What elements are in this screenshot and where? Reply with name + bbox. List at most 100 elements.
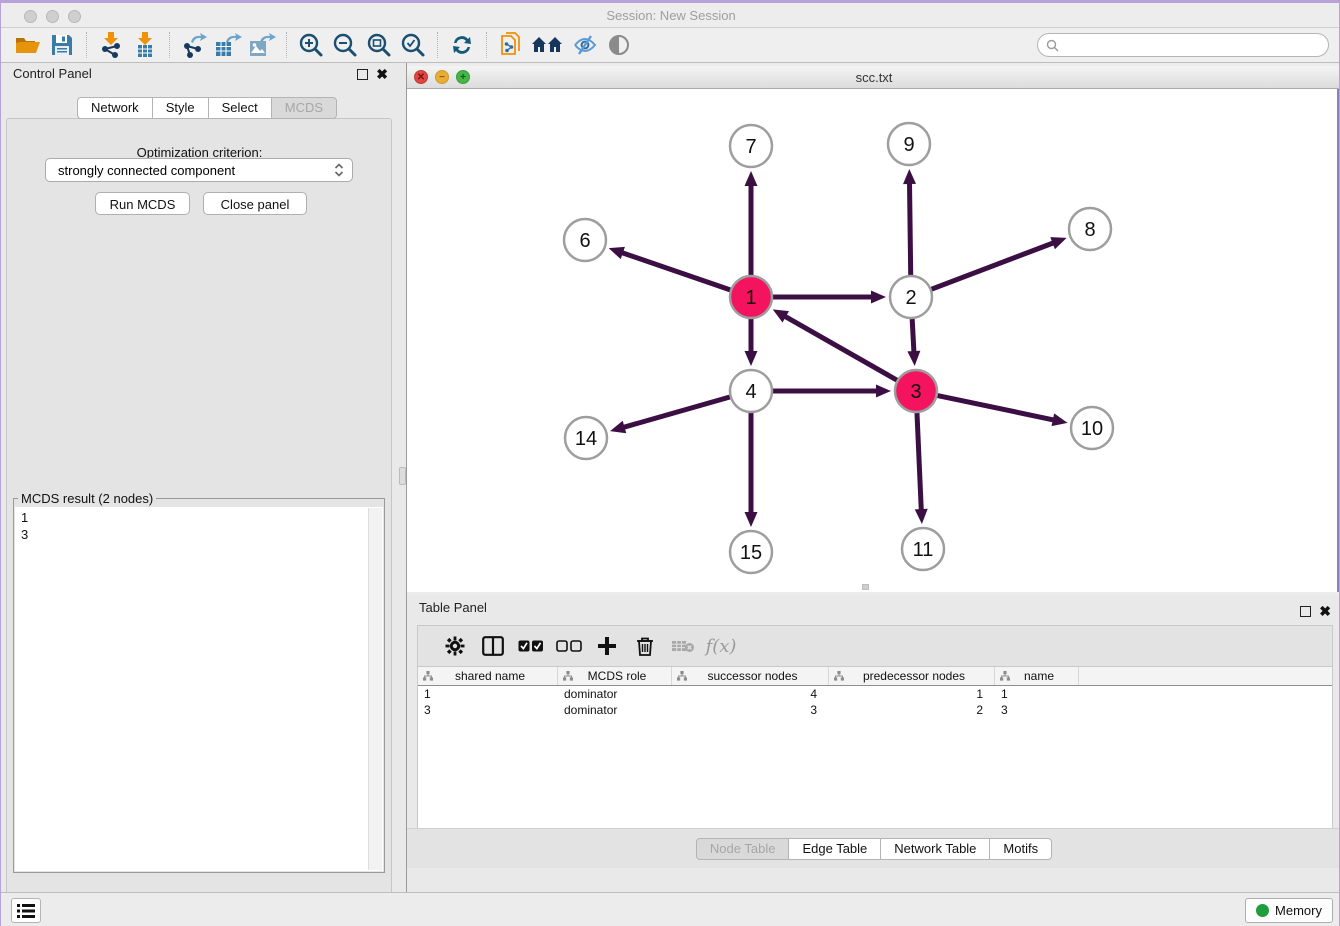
close-panel-icon[interactable]: ✖ (376, 67, 388, 81)
unselect-all-columns-icon[interactable] (550, 631, 588, 661)
status-bar: Memory (1, 892, 1340, 926)
edge-arrow-icon (610, 421, 626, 434)
graph-node-label: 14 (575, 428, 597, 450)
edge-2-8[interactable] (932, 242, 1056, 289)
edge-3-10[interactable] (938, 396, 1056, 421)
zoom-window-icon[interactable] (68, 10, 81, 23)
edge-3-11[interactable] (917, 413, 921, 512)
result-item: 3 (21, 526, 377, 543)
minimize-window-icon[interactable] (46, 10, 59, 23)
edge-2-9[interactable] (909, 181, 910, 275)
split-columns-icon[interactable] (474, 631, 512, 661)
tab-node-table[interactable]: Node Table (696, 838, 789, 860)
tab-mcds[interactable]: MCDS (271, 97, 337, 119)
window-title: Session: New Session (1, 3, 1340, 28)
close-network-icon[interactable]: ✕ (414, 70, 428, 84)
minimize-network-icon[interactable]: − (435, 70, 449, 84)
mcds-result-list[interactable]: 1 3 (15, 507, 383, 871)
zoom-network-icon[interactable]: + (456, 70, 470, 84)
close-panel-button[interactable]: Close panel (203, 192, 307, 215)
open-session-icon[interactable] (11, 30, 45, 60)
column-header-successor-nodes[interactable]: successor nodes (672, 667, 829, 685)
column-header-shared-name[interactable]: shared name (418, 667, 558, 685)
panel-splitter[interactable] (398, 63, 407, 892)
zoom-selected-icon[interactable] (396, 30, 430, 60)
column-header-predecessor-nodes[interactable]: predecessor nodes (829, 667, 995, 685)
column-header-label: name (1010, 669, 1078, 683)
add-icon[interactable] (588, 631, 626, 661)
table-panel: Table Panel ✖ (407, 595, 1340, 892)
tab-network-table[interactable]: Network Table (880, 838, 989, 860)
gear-icon[interactable] (436, 631, 474, 661)
select-value: strongly connected component (58, 163, 334, 178)
float-panel-icon[interactable] (357, 69, 368, 80)
application-window: Session: New Session (0, 0, 1340, 926)
zoom-in-icon[interactable] (294, 30, 328, 60)
run-mcds-button[interactable]: Run MCDS (95, 192, 190, 215)
edge-4-14[interactable] (622, 397, 730, 428)
float-table-panel-icon[interactable] (1300, 606, 1311, 617)
tab-select[interactable]: Select (208, 97, 271, 119)
edge-1-6[interactable] (620, 252, 730, 290)
refresh-icon[interactable] (445, 30, 479, 60)
column-header-MCDS-role[interactable]: MCDS role (558, 667, 672, 685)
network-scrollbar-thumb[interactable] (862, 584, 869, 590)
table-cell: dominator (558, 702, 672, 718)
delete-icon[interactable] (626, 631, 664, 661)
mcds-result-box: MCDS result (2 nodes) 1 3 (13, 491, 385, 873)
search-input[interactable] (1064, 37, 1320, 53)
table-toolbar: f(x) (417, 625, 1333, 666)
tab-network[interactable]: Network (77, 97, 152, 119)
export-network-icon[interactable] (177, 30, 211, 60)
splitter-handle[interactable] (399, 467, 406, 485)
select-all-columns-icon[interactable] (512, 631, 550, 661)
tab-style[interactable]: Style (152, 97, 208, 119)
control-panel-title: Control Panel (13, 66, 92, 81)
show-details-icon[interactable] (602, 30, 636, 60)
zoom-fit-icon[interactable] (362, 30, 396, 60)
column-header-name[interactable]: name (995, 667, 1079, 685)
tab-motifs[interactable]: Motifs (989, 838, 1052, 860)
task-history-button[interactable] (11, 898, 41, 923)
toolbar-separator (86, 32, 87, 58)
delete-column-icon[interactable] (664, 631, 702, 661)
close-table-panel-icon[interactable]: ✖ (1319, 604, 1331, 618)
zoom-out-icon[interactable] (328, 30, 362, 60)
table-panel-tabs: Node Table Edge Table Network Table Moti… (407, 828, 1340, 868)
network-view-window: ✕ − + scc.txt 7968124314101511 (407, 66, 1340, 592)
toolbar-separator (437, 32, 438, 58)
edge-arrow-icon (915, 509, 928, 524)
table-panel-title: Table Panel (419, 600, 487, 615)
new-network-from-file-icon[interactable] (494, 30, 528, 60)
export-table-icon[interactable] (211, 30, 245, 60)
save-session-icon[interactable] (45, 30, 79, 60)
column-tree-icon (1000, 671, 1010, 681)
table-row[interactable]: 1dominator411 (418, 686, 1332, 702)
import-network-icon[interactable] (94, 30, 128, 60)
optimization-criterion-select[interactable]: strongly connected component (45, 158, 353, 182)
table-cell: 2 (829, 702, 995, 718)
hide-details-icon[interactable] (568, 30, 602, 60)
export-image-icon[interactable] (245, 30, 279, 60)
edge-3-1[interactable] (783, 315, 897, 380)
memory-button[interactable]: Memory (1245, 898, 1333, 923)
function-builder-icon: f(x) (702, 631, 740, 661)
graph-node-label: 1 (745, 287, 756, 309)
edge-2-3[interactable] (912, 319, 914, 354)
import-table-icon[interactable] (128, 30, 162, 60)
close-window-icon[interactable] (24, 10, 37, 23)
network-window-title: scc.txt (407, 66, 1340, 89)
network-canvas[interactable]: 7968124314101511 (407, 89, 1340, 592)
chevron-up-down-icon (334, 162, 344, 178)
table-row[interactable]: 3dominator323 (418, 702, 1332, 718)
memory-label: Memory (1275, 903, 1322, 918)
graph-node-label: 7 (745, 136, 756, 158)
toolbar-separator (286, 32, 287, 58)
table-cell: 1 (829, 686, 995, 702)
first-neighbors-icon[interactable] (528, 30, 568, 60)
result-scrollbar[interactable] (368, 508, 382, 870)
table-cell: 4 (672, 686, 829, 702)
tab-edge-table[interactable]: Edge Table (788, 838, 880, 860)
graph-node-label: 15 (740, 542, 762, 564)
network-graph: 7968124314101511 (407, 89, 1340, 592)
